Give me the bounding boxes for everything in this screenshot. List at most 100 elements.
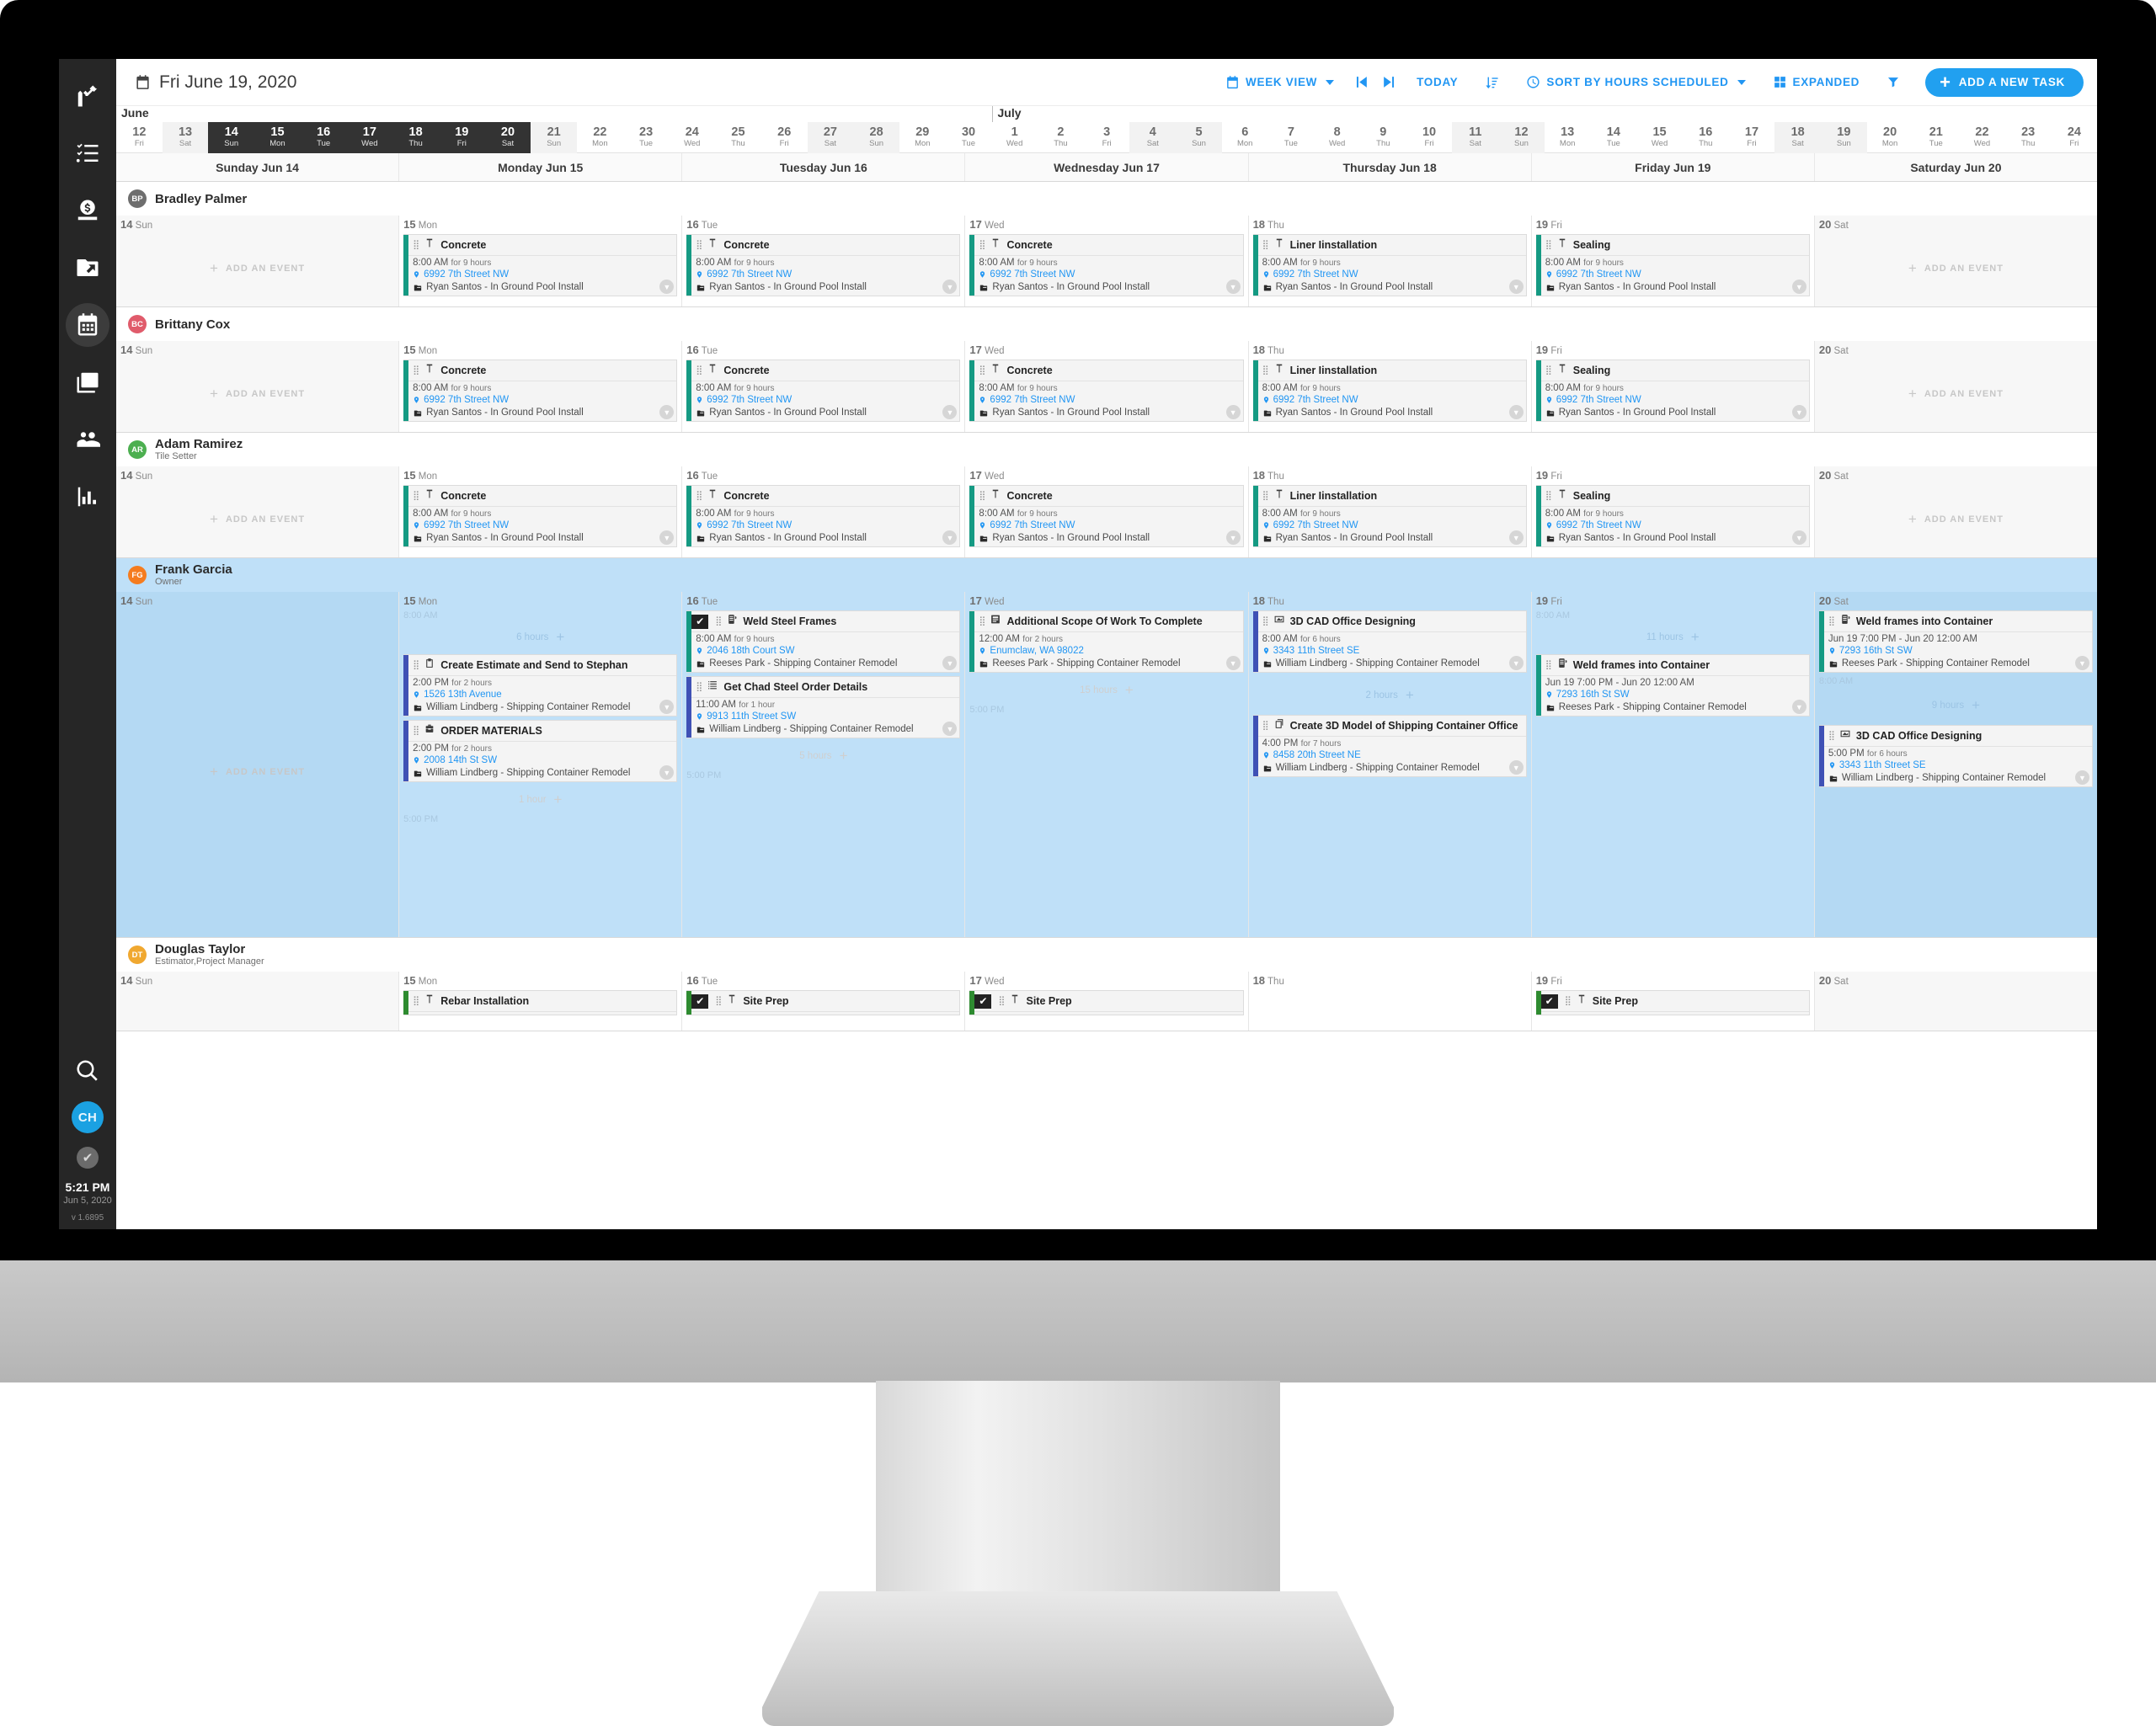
task-card[interactable]: ▼ ✔ ⣿ Weld Steel Frames 8:00 AM for 9 hours 2… — [686, 610, 961, 673]
task-card[interactable]: ✔ ⣿ Site Prep — [1535, 990, 1810, 1015]
drag-handle-icon[interactable]: ⣿ — [413, 366, 419, 376]
task-address[interactable]: 6992 7th Street NW — [707, 394, 792, 406]
chevron-down-icon[interactable]: ▼ — [1508, 760, 1524, 775]
task-card[interactable]: ▼ ⣿ Weld frames into Container Jun 19 7:00 … — [1535, 654, 1810, 717]
task-card[interactable]: ▼ ⣿ 3D CAD Office Designing 5:00 PM for 6 h… — [1818, 725, 2093, 787]
ruler-day-16[interactable]: 16 Tue — [300, 122, 347, 153]
empty-slot-add[interactable]: 5 hours + — [686, 742, 960, 770]
ruler-day-23[interactable]: 23 Thu — [2005, 122, 2052, 153]
task-address-row[interactable]: 6992 7th Street NW — [1258, 519, 1526, 531]
sort-order-button[interactable] — [1471, 75, 1513, 90]
task-address[interactable]: 6992 7th Street NW — [990, 519, 1075, 531]
chevron-down-icon[interactable]: ▼ — [1791, 405, 1806, 419]
task-address-row[interactable]: 6992 7th Street NW — [1258, 393, 1526, 406]
previous-period-button[interactable] — [1348, 74, 1375, 90]
today-button[interactable]: TODAY — [1403, 76, 1471, 88]
empty-slot-add[interactable]: 1 hour + — [403, 786, 677, 814]
day-cell[interactable]: 20 Sat + ADD AN EVENT — [1814, 466, 2097, 557]
ruler-day-11[interactable]: 11 Sat — [1452, 122, 1499, 153]
day-cell[interactable]: 16 Tue ✔ ⣿ Site Prep — [682, 972, 966, 1031]
resource-header[interactable]: FG Frank Garcia Owner — [116, 558, 2097, 592]
chevron-down-icon[interactable]: ▼ — [1508, 280, 1524, 294]
drag-handle-icon[interactable]: ⣿ — [979, 617, 985, 626]
task-address[interactable]: 7293 16th St SW — [1839, 645, 1913, 657]
photos-icon[interactable] — [66, 360, 109, 404]
task-address[interactable]: 6992 7th Street NW — [424, 519, 509, 531]
add-event-button[interactable]: + ADD AN EVENT — [1819, 360, 2093, 429]
task-address[interactable]: 6992 7th Street NW — [1273, 269, 1358, 280]
drag-handle-icon[interactable]: ⣿ — [715, 617, 722, 626]
ruler-day-17[interactable]: 17 Fri — [1729, 122, 1775, 153]
task-address-row[interactable]: 6992 7th Street NW — [974, 393, 1242, 406]
drag-handle-icon[interactable]: ⣿ — [413, 661, 419, 670]
task-address[interactable]: 6992 7th Street NW — [707, 269, 792, 280]
task-card[interactable]: ▼ ⣿ 3D CAD Office Designing 8:00 AM for 6 h… — [1252, 610, 1527, 673]
task-address[interactable]: 6992 7th Street NW — [1273, 394, 1358, 406]
ruler-day-20[interactable]: 20 Mon — [1867, 122, 1913, 153]
ruler-day-22[interactable]: 22 Mon — [577, 122, 623, 153]
filter-button[interactable] — [1873, 75, 1913, 89]
day-cell[interactable]: 19 Fri 8:00 AM 11 hours + ▼ ⣿ Weld frames into… — [1531, 592, 1815, 937]
search-icon[interactable] — [75, 1058, 100, 1088]
task-address-row[interactable]: 6992 7th Street NW — [974, 268, 1242, 280]
task-card[interactable]: ▼ ⣿ Create 3D Model of Shipping Container … — [1252, 715, 1527, 777]
task-address-row[interactable]: 6992 7th Street NW — [1541, 268, 1809, 280]
drag-handle-icon[interactable]: ⣿ — [696, 241, 702, 250]
drag-handle-icon[interactable]: ⣿ — [696, 683, 702, 692]
chevron-down-icon[interactable]: ▼ — [1225, 405, 1241, 419]
empty-slot-add[interactable]: 6 hours + — [403, 621, 677, 654]
task-address-row[interactable]: Enumclaw, WA 98022 — [974, 644, 1242, 657]
drag-handle-icon[interactable]: ⣿ — [1828, 732, 1835, 741]
task-address[interactable]: 6992 7th Street NW — [424, 394, 509, 406]
ruler-day-16[interactable]: 16 Thu — [1683, 122, 1729, 153]
ruler-day-13[interactable]: 13 Mon — [1545, 122, 1591, 153]
task-address[interactable]: 6992 7th Street NW — [990, 269, 1075, 280]
task-card[interactable]: ▼ ⣿ Get Chad Steel Order Details 11:00 AM f… — [686, 676, 961, 738]
ruler-day-8[interactable]: 8 Wed — [1314, 122, 1360, 153]
ruler-day-13[interactable]: 13 Sat — [162, 122, 209, 153]
ruler-day-26[interactable]: 26 Fri — [761, 122, 808, 153]
task-address-row[interactable]: 6992 7th Street NW — [408, 519, 676, 531]
ruler-day-17[interactable]: 17 Wed — [346, 122, 393, 153]
chevron-down-icon[interactable]: ▼ — [1508, 405, 1524, 419]
ruler-day-4[interactable]: 4 Sat — [1129, 122, 1177, 153]
ruler-day-20[interactable]: 20 Sat — [484, 122, 531, 153]
task-address[interactable]: 7293 16th St SW — [1556, 689, 1630, 701]
task-card[interactable]: ▼ ⣿ Sealing 8:00 AM for 9 hours 6992 7th Str… — [1535, 360, 1810, 422]
chevron-down-icon[interactable]: ▼ — [2074, 770, 2089, 785]
task-address-row[interactable]: 6992 7th Street NW — [408, 393, 676, 406]
chevron-down-icon[interactable]: ▼ — [1791, 280, 1806, 294]
task-card[interactable]: ▼ ⣿ Create Estimate and Send to Stephan 2:0… — [403, 654, 678, 717]
task-address-row[interactable]: 1526 13th Avenue — [408, 688, 676, 701]
task-complete-checkbox[interactable]: ✔ — [1540, 994, 1558, 1009]
day-cell[interactable]: 16 Tue ▼ ✔ ⣿ Weld Steel Frames 8:00 AM for 9 … — [682, 592, 966, 937]
ruler-day-23[interactable]: 23 Tue — [623, 122, 670, 153]
day-cell[interactable]: 20 Sat ▼ ⣿ Weld frames into Container Jun 19… — [1814, 592, 2097, 937]
chevron-down-icon[interactable]: ▼ — [2074, 656, 2089, 670]
ruler-day-7[interactable]: 7 Tue — [1268, 122, 1315, 153]
day-cell[interactable]: 19 Fri ▼ ⣿ Sealing 8:00 AM for 9 hours 6992 7… — [1531, 341, 1815, 432]
day-cell[interactable]: 18 Thu ▼ ⣿ Liner Iinstallation 8:00 AM for 9… — [1248, 216, 1532, 306]
ruler-day-22[interactable]: 22 Wed — [1959, 122, 2005, 153]
ruler-day-12[interactable]: 12 Sun — [1498, 122, 1545, 153]
day-cell[interactable]: 17 Wed ▼ ⣿ Concrete 8:00 AM for 9 hours 6992 … — [965, 341, 1249, 432]
day-cell[interactable]: 14 Sun + ADD AN EVENT — [116, 216, 400, 306]
task-complete-checkbox[interactable]: ✔ — [691, 994, 709, 1009]
day-cell[interactable]: 17 Wed ▼ ⣿ Concrete 8:00 AM for 9 hours 6992 … — [965, 216, 1249, 306]
task-address[interactable]: 6992 7th Street NW — [990, 394, 1075, 406]
task-address[interactable]: 2046 18th Court SW — [707, 645, 794, 657]
day-cell[interactable]: 16 Tue ▼ ⣿ Concrete 8:00 AM for 9 hours 6992 … — [682, 341, 966, 432]
day-cell[interactable]: 19 Fri ✔ ⣿ Site Prep — [1531, 972, 1815, 1031]
drag-handle-icon[interactable]: ⣿ — [979, 366, 985, 376]
task-card[interactable]: ▼ ⣿ Concrete 8:00 AM for 9 hours 6992 7th St… — [969, 485, 1244, 547]
task-address[interactable]: 6992 7th Street NW — [707, 519, 792, 531]
ruler-day-12[interactable]: 12 Fri — [116, 122, 163, 153]
task-card[interactable]: ▼ ⣿ Liner Iinstallation 8:00 AM for 9 hours… — [1252, 360, 1527, 422]
task-address-row[interactable]: 2008 14th St SW — [408, 754, 676, 766]
drag-handle-icon[interactable]: ⣿ — [696, 492, 702, 501]
day-cell[interactable]: 14 Sun + ADD AN EVENT — [116, 592, 400, 937]
chevron-down-icon[interactable]: ▼ — [1791, 700, 1806, 714]
people-icon[interactable] — [66, 418, 109, 461]
day-cell[interactable]: 17 Wed ✔ ⣿ Site Prep — [965, 972, 1249, 1031]
task-address-row[interactable]: 7293 16th St SW — [1824, 644, 2092, 657]
